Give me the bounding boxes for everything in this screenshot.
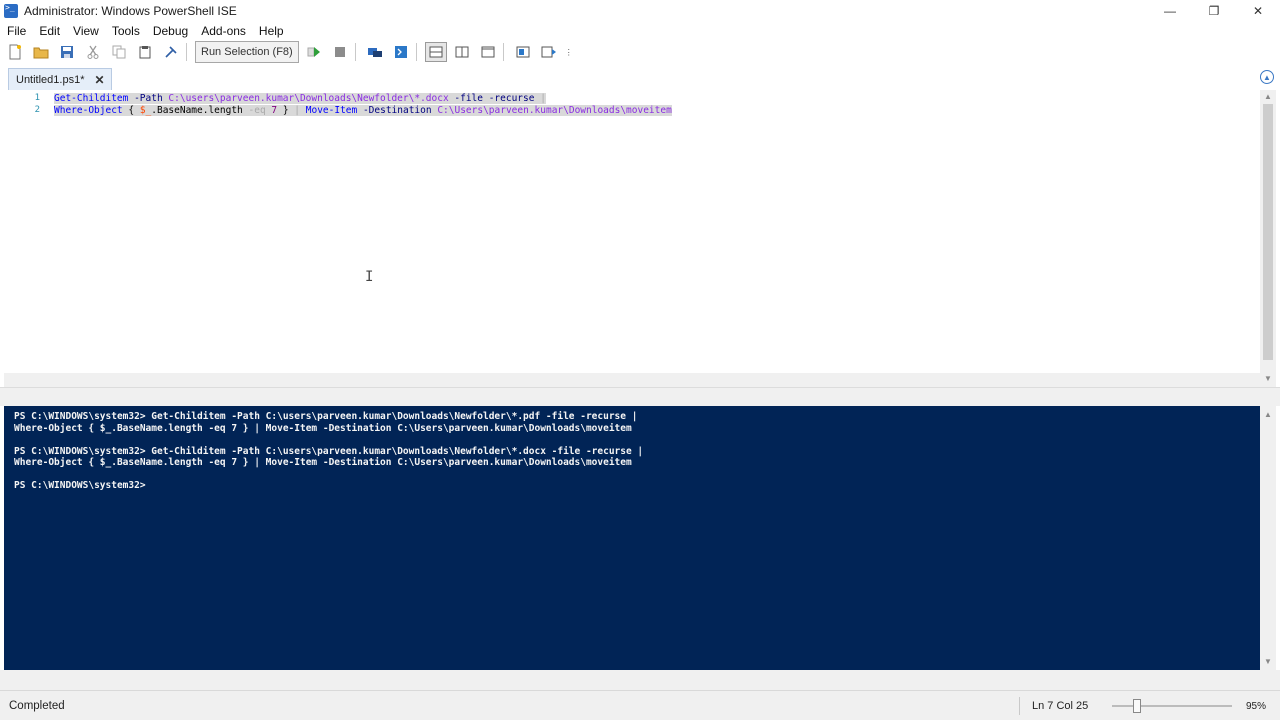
console-line: PS C:\WINDOWS\system32> Get-Childitem -P… [14,411,638,422]
text-cursor-icon: I [365,269,374,285]
console-vertical-scrollbar[interactable]: ▲ ▼ [1260,406,1276,670]
toolbar-separator [502,43,504,61]
tab-untitled1[interactable]: Untitled1.ps1* ✕ [8,68,112,90]
console-line: Where-Object { $_.BaseName.length -eq 7 … [14,457,632,468]
code-line-2: Where-Object { $_.BaseName.length -eq 7 … [54,105,672,116]
new-file-icon[interactable] [4,42,26,62]
window-title: Administrator: Windows PowerShell ISE [24,4,237,18]
layout-top-icon[interactable] [424,42,447,62]
open-folder-icon[interactable] [30,42,52,62]
cmdlet-token: Move-Item [305,105,358,116]
show-script-pane-icon[interactable] [512,42,534,62]
cmdlet-token: Where-Object [54,105,123,116]
line-number: 1 [34,93,40,103]
console-prompt[interactable]: PS C:\WINDOWS\system32> [14,480,643,492]
stop-icon[interactable] [329,42,351,62]
menu-view[interactable]: View [66,24,105,38]
scroll-down-icon[interactable]: ▼ [1263,374,1273,383]
toolbar-separator [354,43,356,61]
zoom-slider-thumb[interactable] [1133,699,1141,713]
line-number: 2 [34,105,40,115]
parameter-token: -Path [128,93,169,104]
parameter-token: -Destination [357,105,438,116]
variable-token: $_ [139,105,152,116]
pipe-token: | [294,105,306,116]
powershell-icon[interactable] [390,42,412,62]
status-text: Completed [9,699,65,712]
title-bar: Administrator: Windows PowerShell ISE — … [0,0,1280,22]
menu-edit[interactable]: Edit [32,24,66,38]
toolbar-separator [415,43,417,61]
path-token: C:\Users\parveen.kumar\Downloads\moveite… [437,105,672,116]
zoom-slider-track[interactable] [1112,705,1232,707]
scroll-up-icon[interactable]: ▲ [1263,410,1273,419]
window-controls: — ❐ ✕ [1148,0,1280,22]
powershell-app-icon [4,3,18,18]
copy-icon[interactable] [108,42,130,62]
minimize-button[interactable]: — [1148,0,1192,22]
clear-icon[interactable] [160,42,182,62]
code-line-1: Get-Childitem -Path C:\users\parveen.kum… [54,93,672,104]
cursor-position: Ln 7 Col 25 [1019,697,1088,715]
zoom-level: 95% [1245,701,1266,712]
line-number-gutter: 1 2 [4,90,44,387]
restore-button[interactable]: ❐ [1192,0,1236,22]
collapse-script-pane-icon[interactable]: ▲ [1260,70,1274,84]
script-tab-row: Untitled1.ps1* ✕ ▲ [0,66,1280,90]
editor-vertical-scrollbar[interactable]: ▲ ▼ [1260,90,1276,387]
console-line: PS C:\WINDOWS\system32> Get-Childitem -P… [14,445,644,457]
console-pane[interactable]: PS C:\WINDOWS\system32> Get-Childitem -P… [4,406,1276,670]
console-output: PS C:\WINDOWS\system32> Get-Childitem -P… [14,411,643,492]
brace-token: } [277,105,295,116]
editor-horizontal-scrollbar[interactable] [4,373,1260,387]
menu-add-ons[interactable]: Add-ons [194,24,252,38]
menu-file[interactable]: File [0,24,32,38]
pipe-token: | [540,93,546,104]
commands-icon[interactable] [538,42,560,62]
scroll-down-icon[interactable]: ▼ [1263,657,1273,666]
toolbar-separator [186,43,187,61]
code-area[interactable]: Get-Childitem -Path C:\users\parveen.kum… [54,93,672,117]
layout-max-icon[interactable] [477,42,499,62]
layout-right-icon[interactable] [451,42,473,62]
console-horizontal-scrollbar[interactable] [0,670,1280,690]
run-selection-button[interactable]: Run Selection (F8) [195,41,299,63]
menu-debug[interactable]: Debug [146,24,194,38]
paste-icon[interactable] [134,42,156,62]
menu-bar: File Edit View Tools Debug Add-ons Help [0,22,1280,40]
close-tab-icon[interactable]: ✕ [95,73,105,87]
menu-tools[interactable]: Tools [105,24,146,38]
menu-help[interactable]: Help [252,24,290,38]
scroll-thumb[interactable] [1263,104,1273,360]
script-editor[interactable]: 1 2 Get-Childitem -Path C:\users\parveen… [4,90,1276,387]
run-script-icon[interactable] [303,42,325,62]
cut-icon[interactable] [82,42,104,62]
pane-splitter[interactable] [0,387,1280,406]
close-window-button[interactable]: ✕ [1236,0,1280,22]
cmdlet-token: Get-Childitem [54,93,129,104]
parameter-token: -file -recurse [448,93,541,104]
tab-label: Untitled1.ps1* [16,73,85,86]
toolbar-overflow-icon[interactable]: ⋮ [564,42,574,62]
property-token: .BaseName.length [151,105,249,116]
scroll-up-icon[interactable]: ▲ [1263,92,1273,101]
save-icon[interactable] [56,42,78,62]
path-token: C:\users\parveen.kumar\Downloads\Newfold… [168,93,449,104]
status-bar: Completed Ln 7 Col 25 95% [0,690,1280,720]
operator-token: -eq [248,105,272,116]
toolbar: Run Selection (F8) ⋮ [0,40,1280,64]
brace-token: { [122,105,140,116]
remote-tab-icon[interactable] [364,42,386,62]
console-line: Where-Object { $_.BaseName.length -eq 7 … [14,422,632,434]
